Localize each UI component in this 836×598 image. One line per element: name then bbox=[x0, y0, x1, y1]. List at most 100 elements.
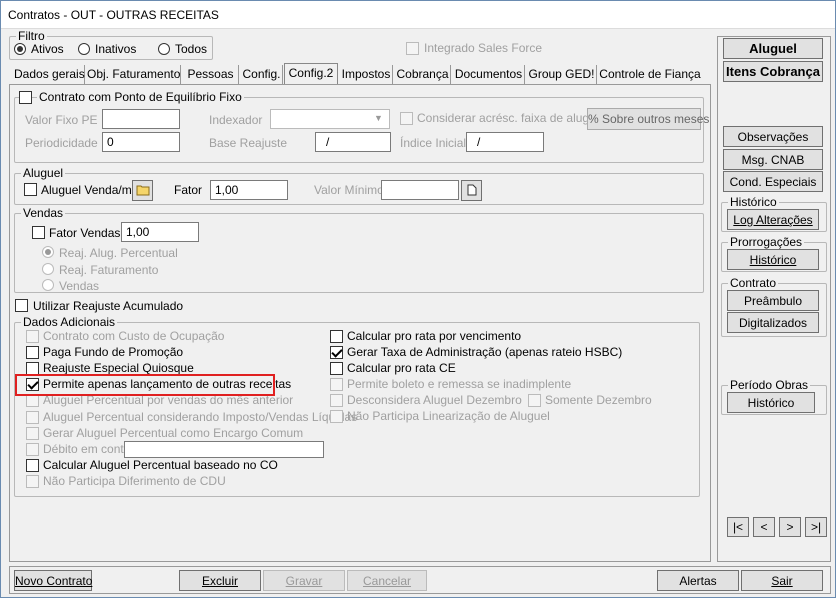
nav-prev-button[interactable]: < bbox=[753, 517, 775, 537]
filtro-caption: Filtro bbox=[16, 29, 47, 43]
right-list-checkbox-3[interactable] bbox=[330, 378, 343, 391]
fator-vendas-input[interactable]: 1,00 bbox=[121, 222, 199, 242]
periodo-obras-historico-button[interactable]: Histórico bbox=[727, 392, 815, 413]
right-list-checkbox-1[interactable] bbox=[330, 346, 343, 359]
tab-controle-fianca[interactable]: Controle de Fiança bbox=[599, 65, 701, 85]
log-alteracoes-button[interactable]: Log Alterações bbox=[727, 209, 819, 230]
prorrogacoes-historico-label: Histórico bbox=[749, 253, 797, 267]
novo-contrato-button[interactable]: Novo Contrato bbox=[14, 570, 92, 591]
right-list-label-5: Não Participa Linearização de Aluguel bbox=[347, 409, 550, 423]
fator-input[interactable]: 1,00 bbox=[210, 180, 288, 200]
radio-reaj-alug-percentual[interactable] bbox=[42, 246, 54, 258]
left-list-checkbox-0[interactable] bbox=[26, 330, 39, 343]
radio-inativos-label: Inativos bbox=[95, 42, 137, 56]
left-list-checkbox-4[interactable] bbox=[26, 394, 39, 408]
left-list-checkbox-1[interactable] bbox=[26, 346, 39, 360]
cancelar-button[interactable]: Cancelar bbox=[347, 570, 427, 591]
valor-minimo-input[interactable] bbox=[381, 180, 459, 200]
left-list-checkbox-8[interactable] bbox=[26, 458, 39, 472]
novo-contrato-label: Novo Contrato bbox=[15, 574, 93, 588]
tab-config[interactable]: Config. bbox=[241, 65, 283, 85]
indice-inicial-input[interactable]: / bbox=[466, 132, 544, 152]
right-list-checkbox-5[interactable] bbox=[330, 410, 343, 423]
left-list-checkbox-7[interactable] bbox=[26, 442, 39, 456]
radio-inativos[interactable] bbox=[78, 43, 90, 55]
sair-button[interactable]: Sair bbox=[741, 570, 823, 591]
left-list-label-1: Paga Fundo de Promoção bbox=[43, 345, 184, 360]
right-list-label-3: Permite boleto e remessa se inadimplente bbox=[347, 377, 572, 391]
indexador-label: Indexador bbox=[209, 113, 263, 127]
alertas-button[interactable]: Alertas bbox=[657, 570, 739, 591]
valor-minimo-label: Valor Mínimo bbox=[314, 183, 384, 197]
left-list-checkbox-9[interactable] bbox=[26, 474, 39, 488]
utilizar-reajuste-checkbox[interactable] bbox=[15, 299, 28, 312]
right-list-label-2: Calcular pro rata CE bbox=[347, 361, 456, 375]
msg-cnab-button[interactable]: Msg. CNAB bbox=[723, 149, 823, 170]
left-list-checkbox-5[interactable] bbox=[26, 410, 39, 424]
somente-dezembro-checkbox[interactable] bbox=[528, 394, 541, 407]
debito-conta-input[interactable] bbox=[124, 441, 324, 458]
right-list-checkbox-2[interactable] bbox=[330, 362, 343, 375]
radio-reaj-alug-label: Reaj. Alug. Percentual bbox=[59, 246, 178, 260]
radio-reaj-faturamento[interactable] bbox=[42, 263, 54, 275]
tab-pessoas[interactable]: Pessoas bbox=[183, 65, 239, 85]
tab-config2[interactable]: Config.2 bbox=[284, 63, 338, 85]
config2-panel: Contrato com Ponto de Equilíbrio Fixo Va… bbox=[9, 84, 711, 562]
observacoes-button[interactable]: Observações bbox=[723, 126, 823, 147]
right-list-label-4: Desconsidera Aluguel Dezembro bbox=[347, 393, 522, 407]
equilibrio-group: Contrato com Ponto de Equilíbrio Fixo bbox=[14, 90, 704, 163]
fator-vendas-label: Fator Vendas bbox=[49, 226, 121, 240]
aluguel-button[interactable]: Aluguel bbox=[723, 38, 823, 59]
left-list-label-9: Não Participa Diferimento de CDU bbox=[43, 473, 226, 488]
cond-especiais-button[interactable]: Cond. Especiais bbox=[723, 171, 823, 192]
aluguel-venda-checkbox[interactable] bbox=[24, 183, 37, 196]
prorrogacoes-caption: Prorrogações bbox=[728, 235, 805, 249]
digitalizados-button[interactable]: Digitalizados bbox=[727, 312, 819, 333]
itens-cobranca-button[interactable]: Itens Cobrança bbox=[723, 61, 823, 82]
right-list-checkbox-4[interactable] bbox=[330, 394, 343, 407]
left-list-label-7: Débito em conta bbox=[43, 441, 131, 456]
considerar-checkbox[interactable] bbox=[400, 112, 413, 125]
base-reajuste-input[interactable]: / bbox=[315, 132, 391, 152]
radio-todos[interactable] bbox=[158, 43, 170, 55]
periodicidade-input[interactable]: 0 bbox=[102, 132, 180, 152]
equilibrio-caption: Contrato com Ponto de Equilíbrio Fixo bbox=[37, 90, 244, 104]
nav-next-button[interactable]: > bbox=[779, 517, 801, 537]
fator-vendas-checkbox[interactable] bbox=[32, 226, 45, 239]
prorrogacoes-historico-button[interactable]: Histórico bbox=[727, 249, 819, 270]
document-icon[interactable] bbox=[461, 180, 482, 201]
right-list-label-0: Calcular pro rata por vencimento bbox=[347, 329, 522, 343]
excluir-button[interactable]: Excluir bbox=[179, 570, 261, 591]
indexador-select[interactable] bbox=[270, 109, 390, 129]
sobre-outros-meses-button[interactable]: % Sobre outros meses bbox=[587, 108, 709, 130]
radio-ativos[interactable] bbox=[14, 43, 26, 55]
nav-first-button[interactable]: |< bbox=[727, 517, 749, 537]
fator-label: Fator bbox=[174, 183, 203, 197]
periodo-obras-caption: Período Obras bbox=[728, 378, 811, 392]
left-list-label-8: Calcular Aluguel Percentual baseado no C… bbox=[43, 457, 278, 472]
preambulo-button[interactable]: Preâmbulo bbox=[727, 290, 819, 311]
radio-vendas[interactable] bbox=[42, 279, 54, 291]
gravar-button[interactable]: Gravar bbox=[263, 570, 345, 591]
tab-obj-faturamento[interactable]: Obj. Faturamento bbox=[87, 65, 181, 85]
valor-fixo-pe-label: Valor Fixo PE bbox=[25, 113, 98, 127]
valor-fixo-pe-input[interactable] bbox=[102, 109, 180, 129]
excluir-label: Excluir bbox=[201, 574, 238, 588]
tab-cobranca[interactable]: Cobrança bbox=[395, 65, 451, 85]
folder-icon[interactable] bbox=[132, 180, 153, 201]
nav-last-button[interactable]: >| bbox=[805, 517, 827, 537]
considerar-label: Considerar acrésc. faixa de aluguel bbox=[417, 111, 606, 125]
tab-impostos[interactable]: Impostos bbox=[340, 65, 393, 85]
title-bar: Contratos - OUT - OUTRAS RECEITAS bbox=[1, 1, 835, 29]
equilibrio-checkbox[interactable] bbox=[19, 91, 32, 104]
gravar-label: Gravar bbox=[285, 574, 323, 588]
radio-vendas-label: Vendas bbox=[59, 279, 100, 293]
tab-group-ged[interactable]: Group GED! bbox=[527, 65, 597, 85]
cancelar-label: Cancelar bbox=[362, 574, 412, 588]
highlight-box bbox=[15, 374, 275, 396]
integrado-checkbox[interactable] bbox=[406, 42, 419, 55]
left-list-checkbox-6[interactable] bbox=[26, 426, 39, 440]
right-list-checkbox-0[interactable] bbox=[330, 330, 343, 343]
tab-dados-gerais[interactable]: Dados gerais bbox=[14, 65, 85, 85]
tab-documentos[interactable]: Documentos bbox=[453, 65, 525, 85]
